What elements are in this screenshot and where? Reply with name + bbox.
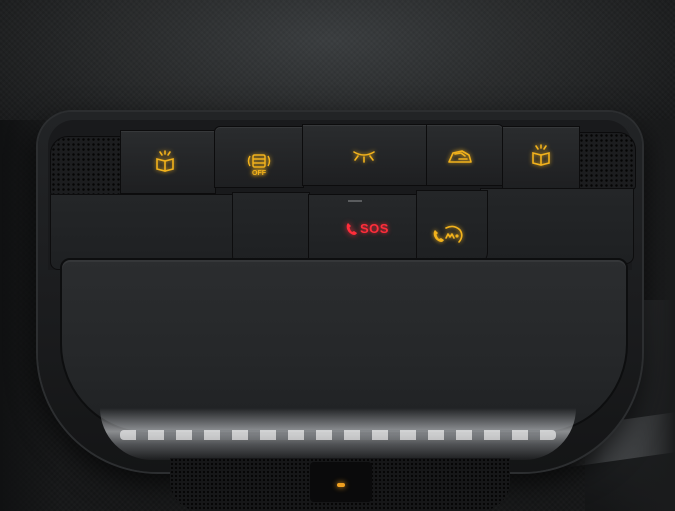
sos-label: SOS — [360, 221, 389, 236]
car-sensor-icon: OFF — [244, 150, 274, 180]
sos-status-indicator — [348, 200, 362, 202]
overhead-console-scene: OFF SOS — [0, 0, 675, 511]
left-speaker-grille — [50, 136, 124, 196]
reading-light-icon — [528, 142, 554, 168]
mercedes-me-call-icon — [430, 222, 466, 250]
interior-light-icon — [350, 144, 378, 166]
phone-icon — [346, 222, 357, 235]
sos-label-group: SOS — [346, 221, 389, 236]
center-left-blank-panel — [232, 192, 310, 266]
ambient-led-light-bar — [100, 408, 576, 460]
reading-light-icon — [152, 148, 178, 174]
lower-sensor-slot — [310, 462, 372, 502]
amber-status-led — [337, 483, 345, 487]
right-speaker-grille — [578, 132, 636, 190]
off-label: OFF — [252, 170, 266, 177]
sunroof-icon — [446, 144, 474, 168]
right-lower-panel — [480, 188, 634, 264]
